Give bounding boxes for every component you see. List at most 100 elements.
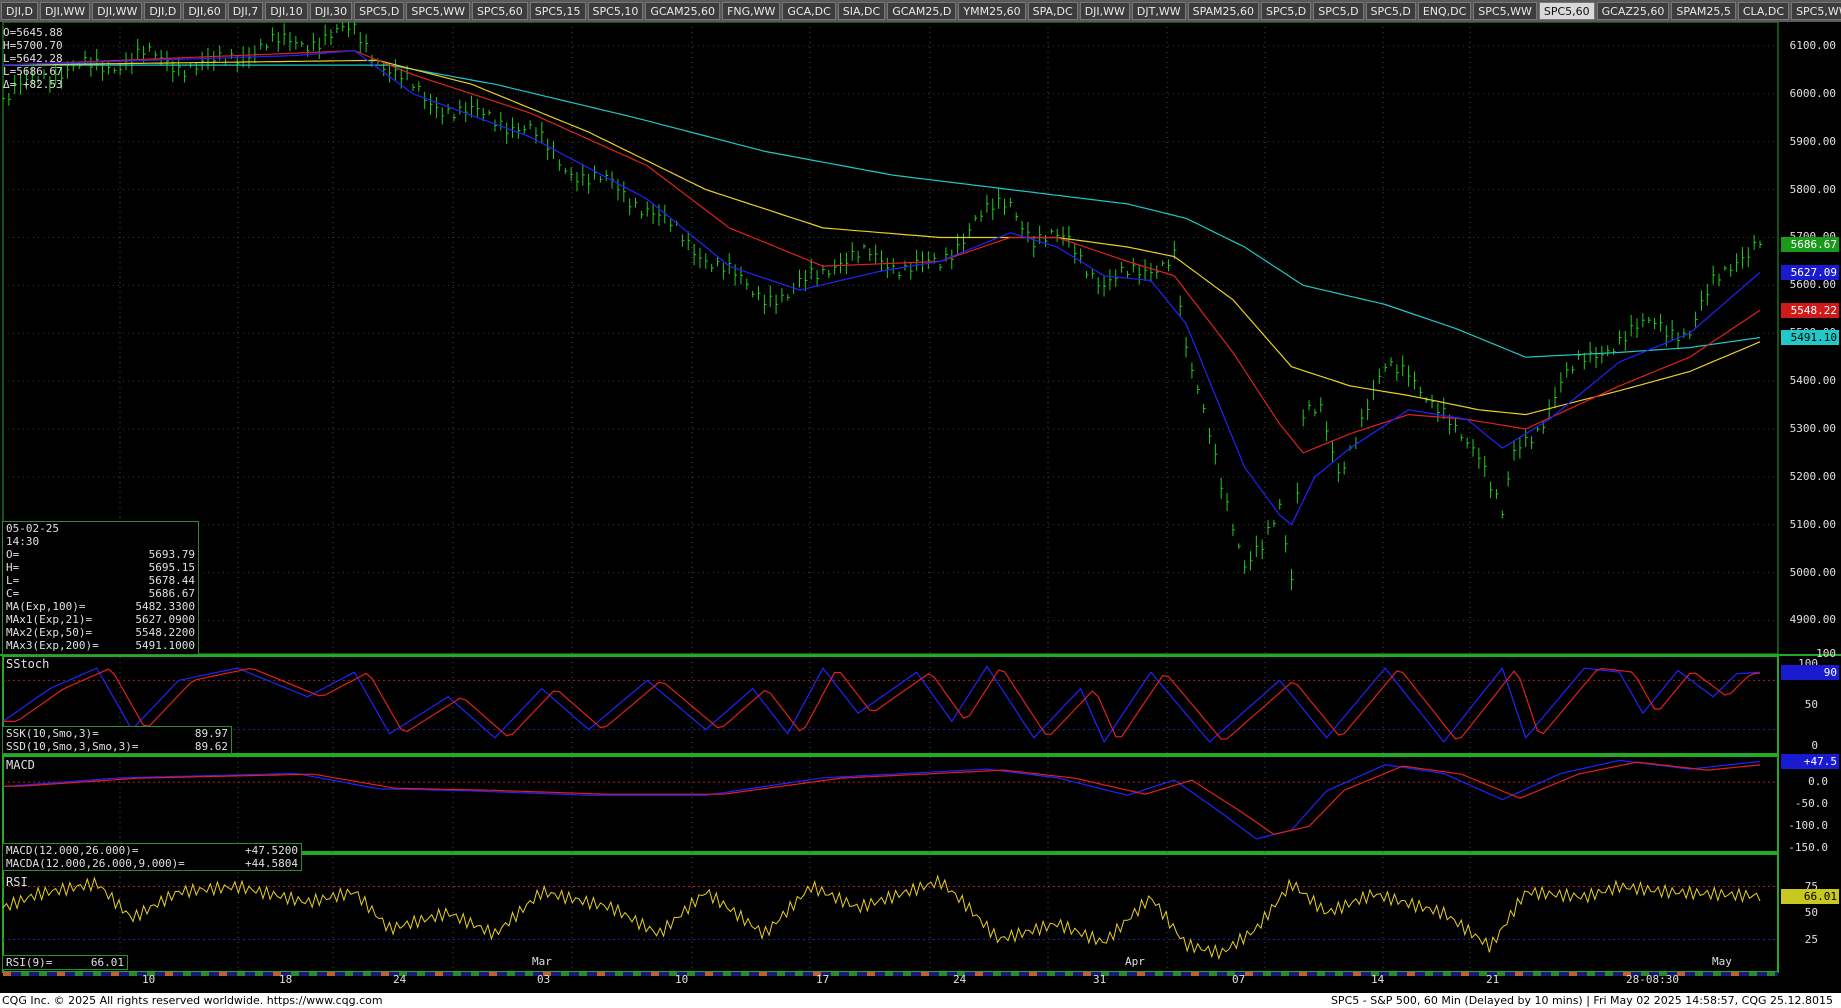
sstoch-title: SStoch <box>6 657 50 671</box>
date-axis-label: Apr <box>1125 955 1145 968</box>
date-axis-label: 17 <box>816 973 830 986</box>
symbol-tab[interactable]: SPC5,D <box>1261 2 1312 20</box>
session-marker <box>1749 972 1757 976</box>
session-marker <box>1245 972 1253 976</box>
macd-axis-tick: -100.0 <box>1788 818 1828 832</box>
symbol-tab[interactable]: DJI,D <box>144 2 182 20</box>
symbol-tab[interactable]: SPC5,D <box>354 2 405 20</box>
symbol-tab[interactable]: SPC5,WW <box>406 2 470 20</box>
macd-line <box>2 759 1761 840</box>
session-marker <box>1533 972 1541 976</box>
info-key: MAx2(Exp,50)= <box>6 626 93 639</box>
indicator-panel-frame <box>2 755 1779 853</box>
symbol-tab[interactable]: DJI,WW <box>92 2 143 20</box>
session-marker <box>1281 972 1289 976</box>
symbol-tab[interactable]: SPC5,60 <box>471 2 528 20</box>
session-marker <box>867 972 875 976</box>
price-tag: 5548.22 <box>1781 303 1839 319</box>
info-key: C= <box>6 587 20 600</box>
session-marker <box>345 972 353 976</box>
symbol-tab[interactable]: DJI,30 <box>309 2 353 20</box>
symbol-tab[interactable]: FNG,WW <box>722 2 781 20</box>
session-marker <box>795 972 803 976</box>
symbol-tab[interactable]: DJI,60 <box>183 2 226 20</box>
symbol-tab[interactable]: YMM25,60 <box>958 2 1026 20</box>
rsi-line <box>2 874 1761 961</box>
session-marker <box>1029 972 1037 976</box>
session-marker <box>165 972 173 976</box>
session-marker <box>1047 972 1055 976</box>
info-key: MA(Exp,100)= <box>6 600 86 613</box>
symbol-tab[interactable]: GCAZ25,60 <box>1596 2 1670 20</box>
symbol-tab[interactable]: DJI,WW <box>39 2 91 20</box>
info-key: H= <box>6 561 20 574</box>
sstoch-tag: 90 <box>1781 665 1839 681</box>
session-marker <box>1119 972 1127 976</box>
symbol-tab[interactable]: GCA,DC <box>782 2 836 20</box>
session-marker <box>579 972 587 976</box>
ssd-line <box>3 667 1761 740</box>
date-axis-label: 21 <box>1486 973 1500 986</box>
cursor-info-box: 05-02-25 14:30 O= 5693.79 H= 5695.15 L= 5678.… <box>2 521 199 655</box>
symbol-tab[interactable]: SPC5,D <box>1365 2 1416 20</box>
info-value: 5482.3300 <box>135 600 195 613</box>
ohlc-line: L=5686.67 <box>3 65 63 78</box>
session-marker <box>93 972 101 976</box>
symbol-tab[interactable]: GCAM25,D <box>887 2 957 20</box>
symbol-tab[interactable]: SPC5,60 <box>1538 2 1595 20</box>
session-marker <box>525 972 533 976</box>
rsi-axis-tick: 25 <box>1804 932 1818 946</box>
rsi-axis-tick: 50 <box>1804 906 1818 919</box>
ssd-value: 89.62 <box>194 740 228 753</box>
session-marker <box>1443 972 1451 976</box>
session-marker <box>1353 972 1361 976</box>
symbol-tab[interactable]: SPA,DC <box>1027 2 1078 20</box>
price-axis-tick: 5400.00 <box>1789 374 1836 388</box>
session-marker <box>1137 972 1145 976</box>
price-panel-frame <box>2 22 1779 655</box>
symbol-tab[interactable]: SPAM25,60 <box>1187 2 1260 20</box>
session-marker <box>705 972 713 976</box>
date-axis-label: 18 <box>279 973 293 986</box>
symbol-tab[interactable]: SPC5,D <box>1313 2 1364 20</box>
date-axis-label: 28-08:30 <box>1626 973 1679 986</box>
symbol-tab[interactable]: DJT,WW <box>1131 2 1186 20</box>
symbol-tab[interactable]: DJI,7 <box>227 2 264 20</box>
symbol-tab[interactable]: DJI,D <box>1 2 38 20</box>
session-marker <box>1335 972 1343 976</box>
symbol-tab[interactable]: DJI,WW <box>1079 2 1130 20</box>
symbol-tab[interactable]: ENQ,DC <box>1417 2 1472 20</box>
session-marker <box>471 972 479 976</box>
sstoch-axis-tick: 0 <box>1811 739 1818 752</box>
price-axis-tick: 5800.00 <box>1789 182 1836 196</box>
indicator-panel-frame <box>2 655 1779 755</box>
symbol-tab[interactable]: SPC5,15 <box>529 2 586 20</box>
symbol-tab[interactable]: SPC5,10 <box>587 2 644 20</box>
date-axis-label: 31 <box>1093 973 1107 986</box>
session-marker <box>597 972 605 976</box>
rsi-label: RSI(9)= <box>6 956 53 969</box>
symbol-tab[interactable]: SPC5,WW <box>1791 2 1841 20</box>
price-axis-tick: 5900.00 <box>1789 134 1836 148</box>
current-bar-ohlc: O=5645.88 H=5700.70 L=5642.28 L=5686.67 Δ= +… <box>3 26 63 91</box>
symbol-tab[interactable]: SIA,DC <box>837 2 886 20</box>
date-axis-label: 24 <box>393 973 407 986</box>
session-marker <box>201 972 209 976</box>
symbol-tab[interactable]: DJI,10 <box>265 2 308 20</box>
session-marker <box>1695 972 1703 976</box>
footer: CQG Inc. © 2025 All rights reserved worl… <box>0 993 1841 1008</box>
ma100-line <box>2 59 1761 416</box>
rsi-values-box: RSI(9)= 66.01 <box>2 955 128 970</box>
ssk-label: SSK(10,Smo,3)= <box>6 727 99 740</box>
date-axis-label: 10 <box>142 973 156 986</box>
symbol-tab[interactable]: SPAM25,5 <box>1671 2 1736 20</box>
symbol-tab[interactable]: GCAM25,60 <box>645 2 721 20</box>
ohlc-line: H=5700.70 <box>3 39 63 52</box>
symbol-tab[interactable]: SPC5,WW <box>1473 2 1537 20</box>
session-marker <box>741 972 749 976</box>
symbol-tab[interactable]: CLA,DC <box>1737 2 1790 20</box>
price-axis-tick: 4900.00 <box>1789 613 1836 627</box>
session-marker <box>1425 972 1433 976</box>
session-marker <box>507 972 515 976</box>
info-value: 5695.15 <box>148 561 195 574</box>
